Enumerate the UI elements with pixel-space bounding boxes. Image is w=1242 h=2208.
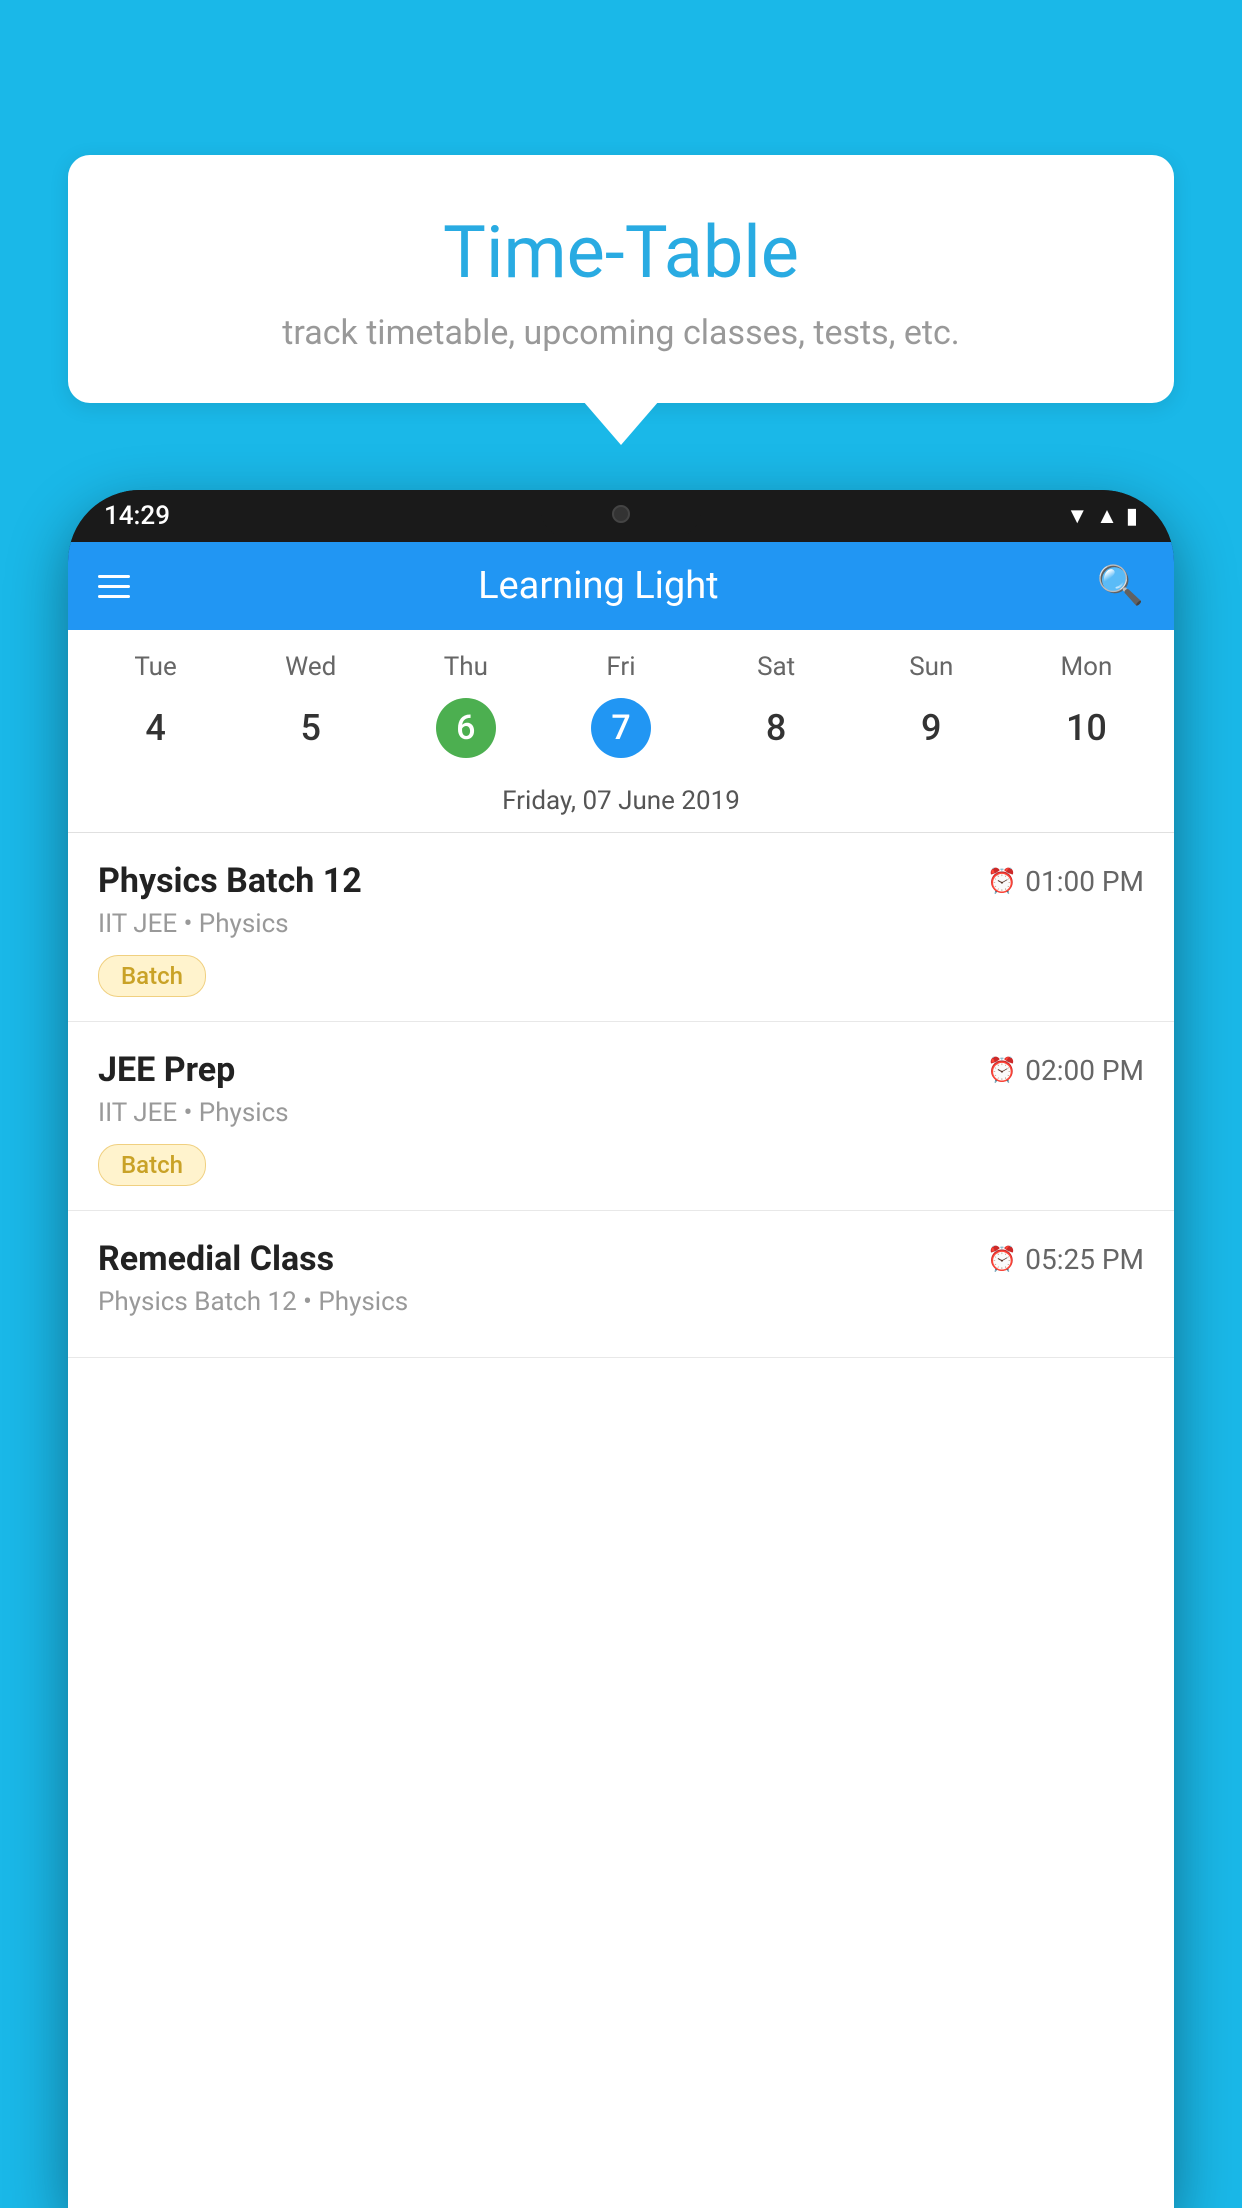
- schedule-time-2: ⏰ 02:00 PM: [987, 1054, 1144, 1087]
- clock-icon-3: ⏰: [987, 1245, 1017, 1273]
- day-wed[interactable]: Wed: [233, 652, 388, 682]
- schedule-title-3: Remedial Class: [98, 1239, 334, 1279]
- bubble-title: Time-Table: [108, 210, 1134, 295]
- batch-tag-2: Batch: [98, 1144, 206, 1186]
- search-icon[interactable]: 🔍: [1097, 564, 1144, 608]
- schedule-subtitle-2: IIT JEE • Physics: [98, 1098, 1144, 1128]
- time-value-1: 01:00 PM: [1025, 865, 1144, 898]
- clock-icon-2: ⏰: [987, 1056, 1017, 1084]
- time-value-2: 02:00 PM: [1025, 1054, 1144, 1087]
- week-dates-row: 4 5 6 7 8 9 10: [68, 690, 1174, 776]
- date-8[interactable]: 8: [699, 699, 854, 757]
- day-thu[interactable]: Thu: [388, 652, 543, 682]
- date-9[interactable]: 9: [854, 699, 1009, 757]
- day-tue[interactable]: Tue: [78, 652, 233, 682]
- status-time: 14:29: [104, 501, 170, 531]
- hamburger-menu-button[interactable]: [98, 575, 130, 598]
- schedule-item-2[interactable]: JEE Prep ⏰ 02:00 PM IIT JEE • Physics Ba…: [68, 1022, 1174, 1211]
- bubble-subtitle: track timetable, upcoming classes, tests…: [108, 313, 1134, 353]
- batch-tag-1: Batch: [98, 955, 206, 997]
- week-days-row: Tue Wed Thu Fri Sat Sun Mon: [68, 630, 1174, 690]
- schedule-item-1[interactable]: Physics Batch 12 ⏰ 01:00 PM IIT JEE • Ph…: [68, 833, 1174, 1022]
- calendar-section: Tue Wed Thu Fri Sat Sun Mon 4 5 6 7 8: [68, 630, 1174, 833]
- schedule-title-1: Physics Batch 12: [98, 861, 362, 901]
- phone-screen: Tue Wed Thu Fri Sat Sun Mon 4 5 6 7 8: [68, 630, 1174, 2208]
- date-5[interactable]: 5: [233, 699, 388, 757]
- app-title: Learning Light: [158, 564, 1039, 608]
- status-icons: ▼ ▲ ▮: [1066, 503, 1138, 529]
- camera-lens: [612, 505, 630, 523]
- signal-icon: ▲: [1096, 503, 1118, 529]
- schedule-subtitle-1: IIT JEE • Physics: [98, 909, 1144, 939]
- date-6-today[interactable]: 6: [436, 698, 496, 758]
- date-10[interactable]: 10: [1009, 699, 1164, 757]
- schedule-item-3[interactable]: Remedial Class ⏰ 05:25 PM Physics Batch …: [68, 1211, 1174, 1358]
- schedule-time-3: ⏰ 05:25 PM: [987, 1243, 1144, 1276]
- day-sun[interactable]: Sun: [854, 652, 1009, 682]
- battery-icon: ▮: [1126, 504, 1138, 529]
- schedule-time-1: ⏰ 01:00 PM: [987, 865, 1144, 898]
- phone-mockup: 14:29 ▼ ▲ ▮ Learning Light 🔍: [68, 490, 1174, 2208]
- schedule-subtitle-3: Physics Batch 12 • Physics: [98, 1287, 1144, 1317]
- schedule-list: Physics Batch 12 ⏰ 01:00 PM IIT JEE • Ph…: [68, 833, 1174, 1358]
- day-mon[interactable]: Mon: [1009, 652, 1164, 682]
- speech-bubble-card: Time-Table track timetable, upcoming cla…: [68, 155, 1174, 403]
- date-4[interactable]: 4: [78, 699, 233, 757]
- phone-notch: [541, 490, 701, 538]
- schedule-title-2: JEE Prep: [98, 1050, 235, 1090]
- selected-date-label: Friday, 07 June 2019: [68, 776, 1174, 833]
- time-value-3: 05:25 PM: [1025, 1243, 1144, 1276]
- clock-icon-1: ⏰: [987, 867, 1017, 895]
- date-7-selected[interactable]: 7: [591, 698, 651, 758]
- app-header: Learning Light 🔍: [68, 542, 1174, 630]
- status-bar: 14:29 ▼ ▲ ▮: [68, 490, 1174, 542]
- day-sat[interactable]: Sat: [699, 652, 854, 682]
- day-fri[interactable]: Fri: [543, 652, 698, 682]
- wifi-icon: ▼: [1066, 503, 1088, 529]
